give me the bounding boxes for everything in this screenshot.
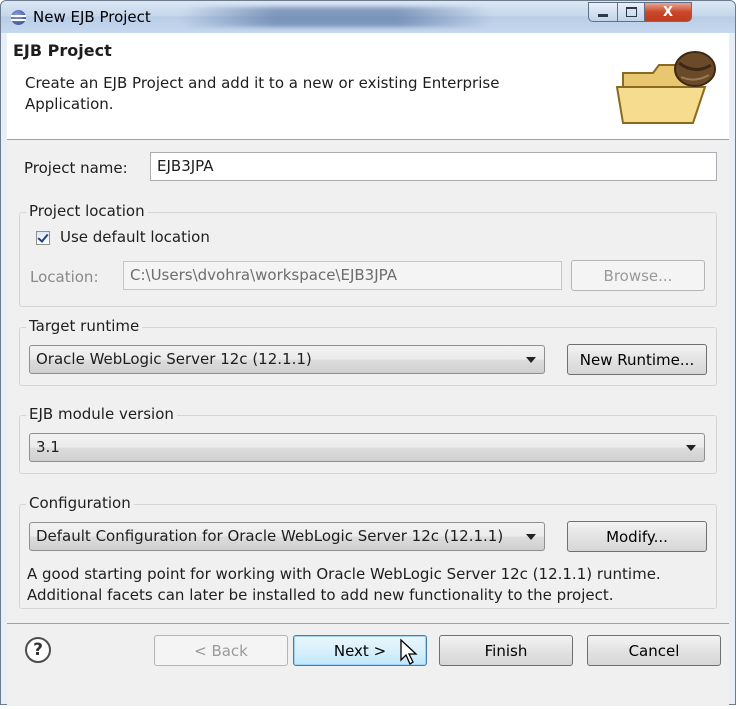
close-button[interactable]: X <box>644 2 692 22</box>
page-description: Create an EJB Project and add it to a ne… <box>25 74 500 113</box>
new-ejb-project-dialog: New EJB Project X EJB Project Create an … <box>0 0 736 706</box>
ejb-folder-icon <box>615 51 716 124</box>
chevron-down-icon <box>526 357 536 363</box>
chevron-down-icon <box>686 445 696 451</box>
target-runtime-legend: Target runtime <box>26 317 143 335</box>
finish-button[interactable]: Finish <box>439 635 573 666</box>
project-name-label: Project name: <box>24 159 128 177</box>
ejb-module-version-value: 3.1 <box>36 438 60 456</box>
title-bar-glow <box>181 7 491 27</box>
location-field[interactable]: C:\Users\dvohra\workspace\EJB3JPA <box>123 261 562 290</box>
page-title: EJB Project <box>13 41 112 60</box>
configuration-legend: Configuration <box>26 494 134 512</box>
ejb-module-version-select[interactable]: 3.1 <box>29 433 705 462</box>
cancel-button[interactable]: Cancel <box>587 635 721 666</box>
eclipse-icon <box>11 10 26 25</box>
back-button[interactable]: < Back <box>154 635 288 666</box>
mouse-pointer-icon <box>400 638 418 665</box>
project-location-group: Project location Use default location Lo… <box>19 202 717 307</box>
minimize-icon <box>598 13 608 17</box>
help-icon[interactable]: ? <box>25 637 51 663</box>
target-runtime-group: Target runtime Oracle WebLogic Server 12… <box>19 317 717 386</box>
use-default-location-label[interactable]: Use default location <box>60 228 210 246</box>
modify-button[interactable]: Modify... <box>567 521 707 552</box>
footer-divider <box>7 623 729 624</box>
title-bar[interactable]: New EJB Project X <box>1 1 735 33</box>
ejb-module-version-group: EJB module version 3.1 <box>19 405 717 474</box>
wizard-body: Project name: EJB3JPA Project location U… <box>7 140 729 706</box>
location-label: Location: <box>30 268 99 286</box>
maximize-button[interactable] <box>617 2 645 22</box>
target-runtime-value: Oracle WebLogic Server 12c (12.1.1) <box>36 350 312 368</box>
window-title: New EJB Project <box>33 8 151 26</box>
close-icon: X <box>662 4 674 20</box>
use-default-location-checkbox[interactable] <box>36 231 50 245</box>
new-runtime-button[interactable]: New Runtime... <box>567 344 707 375</box>
maximize-icon <box>625 7 637 17</box>
minimize-button[interactable] <box>588 2 618 22</box>
wizard-header: EJB Project Create an EJB Project and ad… <box>7 33 729 140</box>
browse-button[interactable]: Browse... <box>571 260 705 291</box>
ejb-module-version-legend: EJB module version <box>26 405 177 423</box>
project-location-legend: Project location <box>26 202 148 220</box>
configuration-description: A good starting point for working with O… <box>27 565 661 604</box>
project-name-field[interactable]: EJB3JPA <box>150 152 717 181</box>
target-runtime-select[interactable]: Oracle WebLogic Server 12c (12.1.1) <box>29 345 545 374</box>
configuration-select[interactable]: Default Configuration for Oracle WebLogi… <box>29 522 545 551</box>
chevron-down-icon <box>526 534 536 540</box>
configuration-value: Default Configuration for Oracle WebLogi… <box>36 527 504 545</box>
